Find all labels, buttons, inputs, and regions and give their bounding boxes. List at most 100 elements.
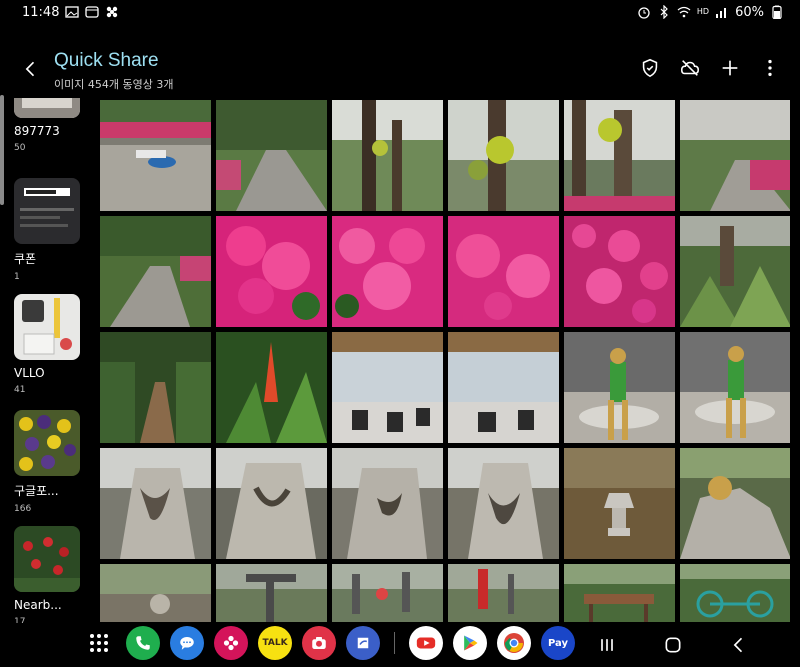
photo-thumbnail[interactable] <box>332 564 443 622</box>
status-time: 11:48 <box>22 4 60 20</box>
recents-icon <box>601 639 613 651</box>
kakaotalk-app[interactable]: TALK <box>258 626 292 660</box>
photo-thumbnail[interactable] <box>216 332 327 443</box>
network-type: HD <box>696 7 710 16</box>
photo-thumbnail[interactable] <box>680 332 790 443</box>
app-header: Quick Share 이미지 454개 동영상 3개 <box>0 44 800 96</box>
header-actions <box>638 56 782 80</box>
photo-thumbnail[interactable] <box>100 332 211 443</box>
gallery-icon <box>65 5 80 19</box>
photo-thumbnail[interactable] <box>680 216 790 327</box>
album-count: 166 <box>14 504 32 514</box>
album-item[interactable]: 897773 50 <box>14 98 82 153</box>
album-thumbnail <box>14 294 80 360</box>
photo-thumbnail[interactable] <box>216 100 327 211</box>
play-store-app[interactable] <box>453 626 487 660</box>
chevron-left-icon <box>25 61 35 77</box>
play-store-icon <box>464 635 478 651</box>
photo-thumbnail[interactable] <box>680 564 790 622</box>
youtube-icon <box>416 637 436 649</box>
photo-thumbnail[interactable] <box>100 100 211 211</box>
messages-app[interactable] <box>170 626 204 660</box>
bluetooth-icon <box>657 5 671 19</box>
photo-thumbnail[interactable] <box>100 448 211 559</box>
photo-thumbnail[interactable] <box>448 216 559 327</box>
notes-app[interactable] <box>346 626 380 660</box>
camera-icon <box>312 637 326 649</box>
more-icon <box>768 59 772 77</box>
photo-thumbnail[interactable] <box>100 564 211 622</box>
photo-thumbnail[interactable] <box>564 100 675 211</box>
photo-thumbnail[interactable] <box>216 564 327 622</box>
album-item[interactable]: Nearb... 17 <box>14 526 82 623</box>
album-thumbnail <box>14 526 80 592</box>
phone-icon <box>136 636 150 650</box>
album-item[interactable]: 쿠폰 1 <box>14 178 82 282</box>
app-drawer-button[interactable] <box>82 626 116 660</box>
album-count: 41 <box>14 385 26 395</box>
battery-icon <box>770 5 784 19</box>
album-name: Nearb... <box>14 598 62 612</box>
gallery-app[interactable] <box>214 626 248 660</box>
cloud-off-icon <box>680 60 700 76</box>
more-options-button[interactable] <box>758 56 782 80</box>
camera-app[interactable] <box>302 626 336 660</box>
photo-thumbnail[interactable] <box>216 216 327 327</box>
photo-thumbnail[interactable] <box>448 332 559 443</box>
album-item[interactable]: VLLO 41 <box>14 294 82 395</box>
recent-apps-button[interactable] <box>592 630 622 660</box>
photo-thumbnail[interactable] <box>100 216 211 327</box>
album-count: 50 <box>14 143 26 153</box>
add-button[interactable] <box>718 56 742 80</box>
dock-divider <box>394 632 395 654</box>
flower-icon <box>223 635 239 651</box>
album-thumbnail <box>14 410 80 476</box>
status-left: 11:48 <box>22 5 119 20</box>
home-button[interactable] <box>658 630 688 660</box>
photo-thumbnail[interactable] <box>332 332 443 443</box>
pinwheel-icon <box>105 5 119 19</box>
alarm-icon <box>637 5 651 19</box>
window-icon <box>85 5 100 19</box>
photo-grid[interactable] <box>100 100 790 622</box>
photo-thumbnail[interactable] <box>332 216 443 327</box>
taskbar: TALK Pay <box>0 622 800 667</box>
album-title: Quick Share <box>54 50 159 71</box>
album-item[interactable]: 구글포... 166 <box>14 410 82 514</box>
album-rail[interactable]: 897773 50 쿠폰 1 VLLO 41 구글포... 166 Nearb.… <box>14 98 84 623</box>
battery-percent: 60% <box>735 4 764 20</box>
photo-thumbnail[interactable] <box>216 448 327 559</box>
youtube-app[interactable] <box>409 626 443 660</box>
album-thumbnail <box>14 178 80 244</box>
samsung-pay-app[interactable]: Pay <box>541 626 575 660</box>
album-count: 1 <box>14 272 20 282</box>
chat-bubble-icon <box>180 637 194 650</box>
signal-icon <box>715 5 729 19</box>
grid-icon <box>88 632 110 654</box>
photo-thumbnail[interactable] <box>448 100 559 211</box>
album-name: 구글포... <box>14 484 59 498</box>
phone-app[interactable] <box>126 626 160 660</box>
photo-thumbnail[interactable] <box>680 448 790 559</box>
photo-thumbnail[interactable] <box>332 448 443 559</box>
side-scrollbar[interactable] <box>0 95 4 205</box>
back-icon <box>733 637 743 653</box>
dock-apps: TALK Pay <box>82 626 575 660</box>
photo-thumbnail[interactable] <box>332 100 443 211</box>
chrome-app[interactable] <box>497 626 531 660</box>
cloud-sync-button[interactable] <box>678 56 702 80</box>
back-button[interactable] <box>18 56 44 82</box>
photo-thumbnail[interactable] <box>680 100 790 211</box>
photo-thumbnail[interactable] <box>564 216 675 327</box>
photo-thumbnail[interactable] <box>448 564 559 622</box>
home-icon <box>665 637 681 653</box>
shield-icon <box>642 58 658 78</box>
photo-thumbnail[interactable] <box>564 448 675 559</box>
album-name: 897773 <box>14 124 60 138</box>
nav-back-button[interactable] <box>724 630 754 660</box>
photo-thumbnail[interactable] <box>564 332 675 443</box>
album-subtitle: 이미지 454개 동영상 3개 <box>54 78 174 91</box>
secure-folder-button[interactable] <box>638 56 662 80</box>
photo-thumbnail[interactable] <box>448 448 559 559</box>
photo-thumbnail[interactable] <box>564 564 675 622</box>
